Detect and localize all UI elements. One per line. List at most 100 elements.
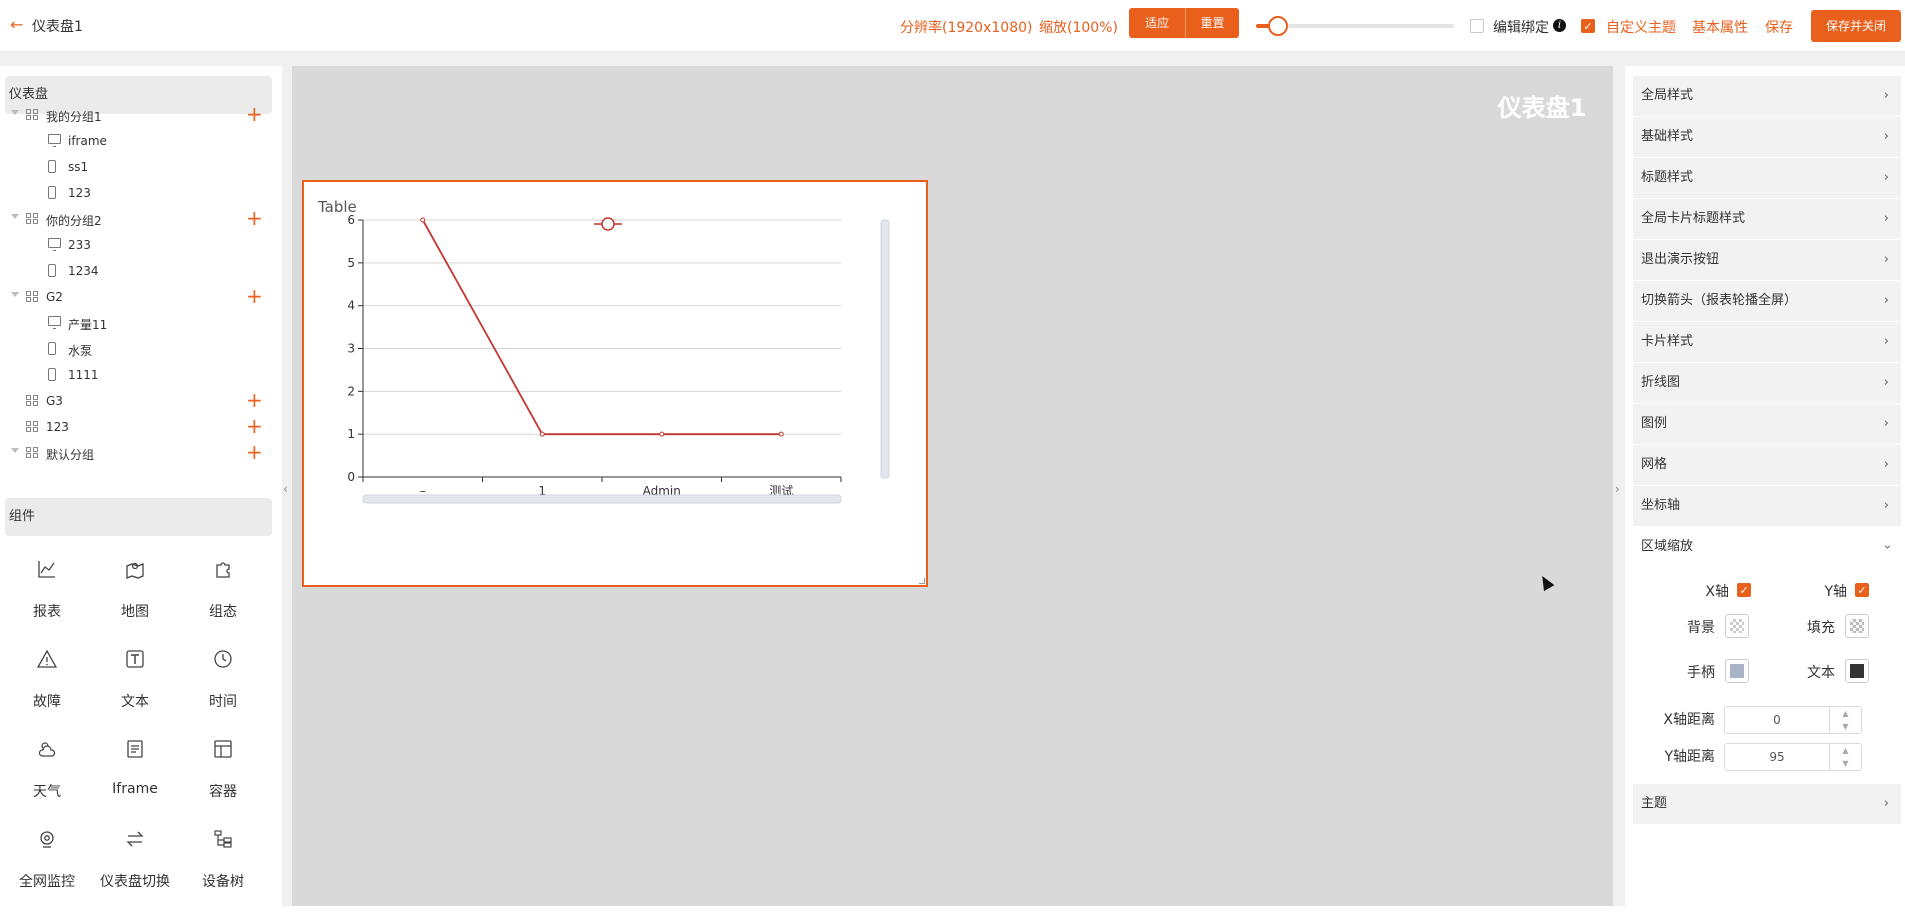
data-point[interactable] bbox=[539, 431, 545, 437]
tree-group[interactable]: 默认分组 + bbox=[0, 440, 272, 466]
y-datazoom-slider[interactable] bbox=[880, 219, 890, 479]
component-label: 时间 bbox=[209, 694, 237, 710]
resize-handle-icon[interactable] bbox=[919, 578, 925, 584]
left-panel-collapse-bar[interactable]: ‹ bbox=[282, 66, 292, 906]
custom-theme-checkbox[interactable]: ✓ bbox=[1581, 19, 1595, 33]
reset-button[interactable]: 重置 bbox=[1185, 8, 1239, 38]
component-warning[interactable]: 故障 bbox=[3, 649, 91, 739]
caret-down-icon[interactable] bbox=[11, 214, 19, 219]
mouse-cursor-icon bbox=[1537, 573, 1555, 592]
line-chart[interactable]: 0123456– 1 Admin 测试 bbox=[304, 182, 926, 585]
tree-item[interactable]: 产量11 bbox=[0, 310, 272, 336]
dashboard-canvas[interactable]: 仪表盘1 Table 0 1 2 3 4 5 6–1 Admin 测试 bbox=[292, 66, 1613, 906]
style-section[interactable]: 切换箭头（报表轮播全屏） › bbox=[1633, 281, 1901, 321]
component-map[interactable]: 地图 bbox=[91, 559, 179, 649]
tree-group[interactable]: 123 + bbox=[0, 414, 272, 440]
right-panel-collapse-bar[interactable]: › bbox=[1613, 66, 1625, 906]
add-icon[interactable]: + bbox=[246, 389, 263, 411]
background-color-picker[interactable] bbox=[1725, 614, 1749, 638]
chevron-right-icon: › bbox=[1883, 252, 1889, 267]
component-text[interactable]: 文本 bbox=[91, 649, 179, 739]
x-datazoom-slider[interactable] bbox=[362, 494, 842, 504]
tree-group[interactable]: 你的分组2 + bbox=[0, 206, 272, 232]
add-icon[interactable]: + bbox=[246, 103, 263, 125]
chevron-right-icon: › bbox=[1883, 375, 1889, 390]
edit-binding-checkbox[interactable] bbox=[1470, 19, 1484, 33]
map-icon bbox=[126, 562, 144, 579]
style-section[interactable]: 坐标轴 › bbox=[1633, 486, 1901, 526]
style-section[interactable]: 标题样式 › bbox=[1633, 158, 1901, 198]
zoom-label[interactable]: 缩放(100%) bbox=[1039, 17, 1118, 37]
caret-down-icon[interactable] bbox=[11, 448, 19, 453]
stepper-icon[interactable]: ▲ ▼ bbox=[1829, 744, 1861, 770]
tree-item[interactable]: 123 bbox=[0, 180, 272, 206]
style-section[interactable]: 退出演示按钮 › bbox=[1633, 240, 1901, 280]
tree-item[interactable]: 1234 bbox=[0, 258, 272, 284]
tree-group[interactable]: 我的分组1 + bbox=[0, 102, 272, 128]
y-axis-checkbox[interactable]: ✓ bbox=[1855, 583, 1869, 597]
component-weather[interactable]: 天气 bbox=[3, 739, 91, 829]
caret-down-icon[interactable] bbox=[11, 292, 19, 297]
tree-item[interactable]: 1111 bbox=[0, 362, 272, 388]
chevron-right-icon[interactable]: › bbox=[1615, 482, 1620, 496]
data-point[interactable] bbox=[659, 431, 665, 437]
fit-button[interactable]: 适应 bbox=[1129, 8, 1185, 38]
style-section-label: 基础样式 bbox=[1641, 129, 1694, 144]
chevron-right-icon: › bbox=[1883, 334, 1889, 349]
custom-theme-label[interactable]: 自定义主题 bbox=[1606, 17, 1676, 37]
add-icon[interactable]: + bbox=[246, 441, 263, 463]
tree-group[interactable]: G3 + bbox=[0, 388, 272, 414]
chart-card[interactable]: Table 0 1 2 3 4 5 6–1 Admin 测试 bbox=[302, 180, 928, 587]
add-icon[interactable]: + bbox=[246, 415, 263, 437]
theme-section[interactable]: 主题 › bbox=[1633, 784, 1901, 824]
tree-group[interactable]: G2 + bbox=[0, 284, 272, 310]
component-container[interactable]: 容器 bbox=[179, 739, 267, 829]
fill-color-picker[interactable] bbox=[1845, 614, 1869, 638]
y-distance-input[interactable]: 95 ▲ ▼ bbox=[1724, 743, 1862, 771]
style-section[interactable]: 网格 › bbox=[1633, 445, 1901, 485]
x-axis-checkbox[interactable]: ✓ bbox=[1737, 583, 1751, 597]
text-color-picker[interactable] bbox=[1845, 659, 1869, 683]
basic-props-button[interactable]: 基本属性 bbox=[1692, 17, 1748, 37]
tree-item[interactable]: iframe bbox=[0, 128, 272, 154]
info-icon[interactable]: i bbox=[1553, 19, 1566, 32]
tree-group-label: 默认分组 bbox=[46, 448, 95, 462]
add-icon[interactable]: + bbox=[246, 207, 263, 229]
monitor-icon bbox=[48, 316, 61, 329]
y-tick-label: 3 bbox=[347, 342, 355, 356]
chevron-right-icon: › bbox=[1883, 416, 1889, 431]
tree-item[interactable]: 水泵 bbox=[0, 336, 272, 362]
style-section[interactable]: 基础样式 › bbox=[1633, 117, 1901, 157]
weather-icon bbox=[38, 742, 56, 757]
style-section[interactable]: 卡片样式 › bbox=[1633, 322, 1901, 362]
component-puzzle[interactable]: 组态 bbox=[179, 559, 267, 649]
component-iframe[interactable]: Iframe bbox=[91, 739, 179, 829]
tree-item[interactable]: 233 bbox=[0, 232, 272, 258]
add-icon[interactable]: + bbox=[246, 285, 263, 307]
stepper-icon[interactable]: ▲ ▼ bbox=[1829, 707, 1861, 733]
component-label: 地图 bbox=[121, 604, 149, 620]
resolution-label[interactable]: 分辨率(1920x1080) bbox=[900, 17, 1032, 37]
x-distance-input[interactable]: 0 ▲ ▼ bbox=[1724, 706, 1862, 734]
handle-color-picker[interactable] bbox=[1725, 659, 1749, 683]
component-label: 容器 bbox=[209, 784, 237, 800]
zoom-slider-handle[interactable] bbox=[1267, 16, 1288, 36]
warning-icon bbox=[37, 649, 57, 668]
caret-down-icon[interactable] bbox=[11, 110, 19, 115]
save-close-button[interactable]: 保存并关闭 bbox=[1811, 10, 1901, 42]
style-section[interactable]: 全局样式 › bbox=[1633, 76, 1901, 116]
style-section[interactable]: 全局卡片标题样式 › bbox=[1633, 199, 1901, 239]
legend-marker[interactable] bbox=[601, 217, 615, 231]
component-clock[interactable]: 时间 bbox=[179, 649, 267, 739]
style-section[interactable]: 折线图 › bbox=[1633, 363, 1901, 403]
chevron-left-icon[interactable]: ‹ bbox=[283, 482, 288, 496]
series-line[interactable] bbox=[421, 219, 782, 436]
tree-item[interactable]: ss1 bbox=[0, 154, 272, 180]
data-point[interactable] bbox=[420, 217, 426, 223]
data-point[interactable] bbox=[778, 431, 784, 437]
arrow-left-icon[interactable]: ← bbox=[10, 15, 23, 34]
style-section[interactable]: 图例 › bbox=[1633, 404, 1901, 444]
component-line-chart[interactable]: 报表 bbox=[3, 559, 91, 649]
style-section[interactable]: 区域缩放 › bbox=[1633, 527, 1901, 567]
save-button[interactable]: 保存 bbox=[1765, 17, 1793, 37]
